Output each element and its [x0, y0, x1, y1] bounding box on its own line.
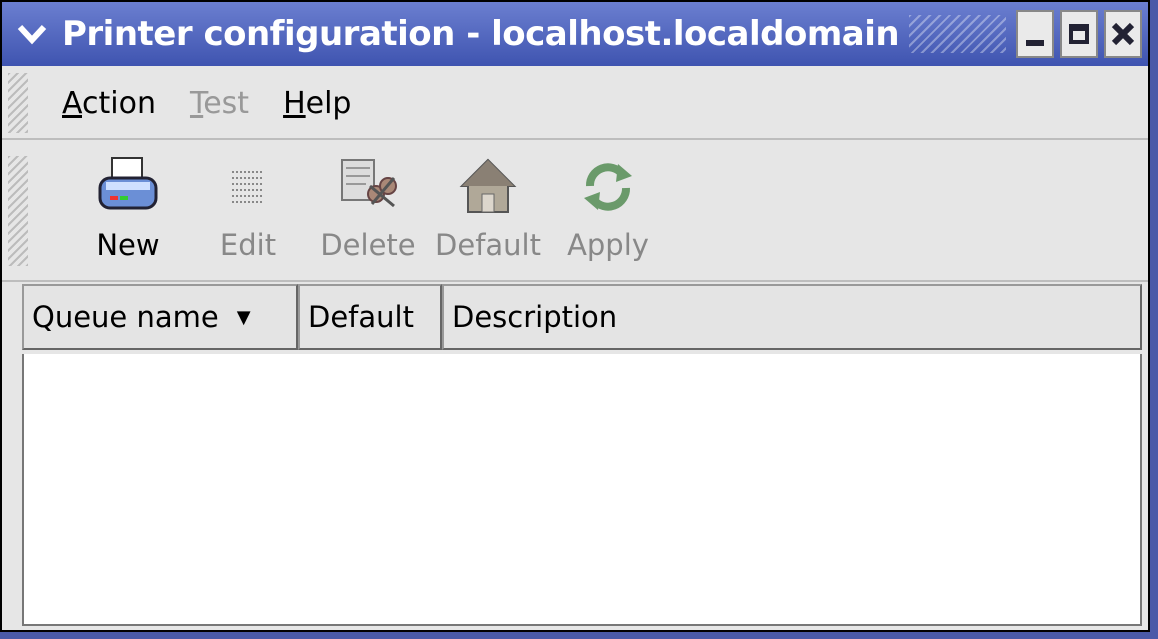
- queue-list[interactable]: [22, 354, 1142, 626]
- edit-icon: [216, 154, 280, 218]
- column-description-label: Description: [452, 300, 618, 334]
- delete-button-label: Delete: [320, 228, 416, 262]
- window-menu-chevron-down-icon[interactable]: [2, 2, 62, 66]
- title-bar[interactable]: Printer configuration - localhost.locald…: [2, 2, 1148, 66]
- menu-help-mnemonic: H: [283, 85, 306, 121]
- menu-test-mnemonic: T: [189, 85, 204, 121]
- column-header-default[interactable]: Default: [298, 284, 442, 350]
- menu-action-mnemonic: A: [62, 85, 82, 121]
- default-button[interactable]: Default: [428, 142, 548, 262]
- edit-button[interactable]: Edit: [188, 142, 308, 262]
- column-header-queue-name[interactable]: Queue name ▼: [22, 284, 298, 350]
- close-icon: [1111, 22, 1135, 46]
- menu-bar: Action Test Help: [2, 68, 1148, 140]
- menu-action[interactable]: Action: [62, 86, 156, 121]
- minimize-icon: [1026, 40, 1044, 46]
- maximize-icon: [1069, 24, 1089, 44]
- apply-button-label: Apply: [567, 228, 649, 262]
- menu-help-label: elp: [305, 85, 352, 121]
- menu-test[interactable]: Test: [190, 86, 249, 121]
- menu-test-label: est: [203, 85, 250, 121]
- menu-action-label: ction: [82, 85, 156, 121]
- delete-icon: [336, 154, 400, 218]
- default-button-label: Default: [435, 228, 541, 262]
- sort-down-icon: ▼: [236, 306, 251, 328]
- menubar-grip-handle[interactable]: [8, 73, 28, 133]
- menu-help[interactable]: Help: [283, 86, 351, 121]
- apply-icon: [576, 154, 640, 218]
- close-button[interactable]: [1104, 10, 1142, 58]
- column-queue-name-label: Queue name: [32, 300, 219, 334]
- delete-button[interactable]: Delete: [308, 142, 428, 262]
- column-header-description[interactable]: Description: [442, 284, 1142, 350]
- new-button[interactable]: New: [68, 142, 188, 262]
- title-hatch-decoration: [909, 15, 1006, 53]
- queue-table-header: Queue name ▼ Default Description: [22, 284, 1142, 354]
- apply-button[interactable]: Apply: [548, 142, 668, 262]
- column-default-label: Default: [308, 300, 414, 334]
- maximize-button[interactable]: [1060, 10, 1098, 58]
- home-icon: [456, 154, 520, 218]
- edit-button-label: Edit: [219, 228, 277, 262]
- minimize-button[interactable]: [1016, 10, 1054, 58]
- printer-icon: [96, 154, 160, 218]
- window-title: Printer configuration - localhost.locald…: [62, 14, 900, 54]
- toolbar-grip-handle[interactable]: [8, 156, 28, 266]
- toolbar: New Edit Delete Default Apply: [2, 142, 1148, 282]
- printer-config-window: Printer configuration - localhost.locald…: [0, 0, 1150, 632]
- new-button-label: New: [96, 228, 160, 262]
